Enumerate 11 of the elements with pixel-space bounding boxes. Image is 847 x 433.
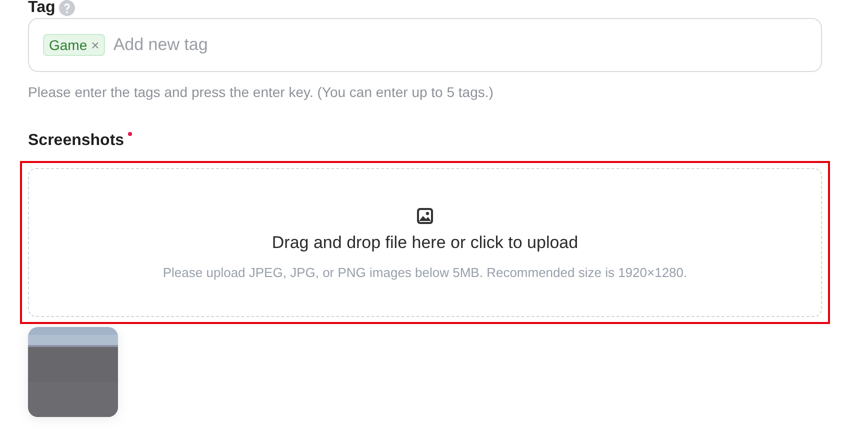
tag-label: Game (49, 37, 88, 53)
upload-hint: Please upload JPEG, JPG, or PNG images below 5MB. Recommended size is 1920×1280. (162, 265, 688, 280)
image-icon (416, 207, 434, 225)
upload-title: Drag and drop file here or click to upload (272, 233, 578, 253)
field-label: Screenshots (28, 132, 124, 150)
help-icon[interactable] (59, 0, 76, 16)
field-label: Tag (28, 0, 56, 17)
tag-input-field[interactable]: Game × Add new tag (28, 18, 822, 72)
hint-text: Please enter the tags and press the enter key. (You can enter up to 5 tags.) (28, 84, 494, 100)
upload-dropzone[interactable]: Drag and drop file here or click to upload Please upload JPEG, JPG, or PNG images below 5MB. Recommended size is 1920×1280. (28, 168, 822, 317)
remove-tag-button[interactable]: × (91, 37, 100, 53)
